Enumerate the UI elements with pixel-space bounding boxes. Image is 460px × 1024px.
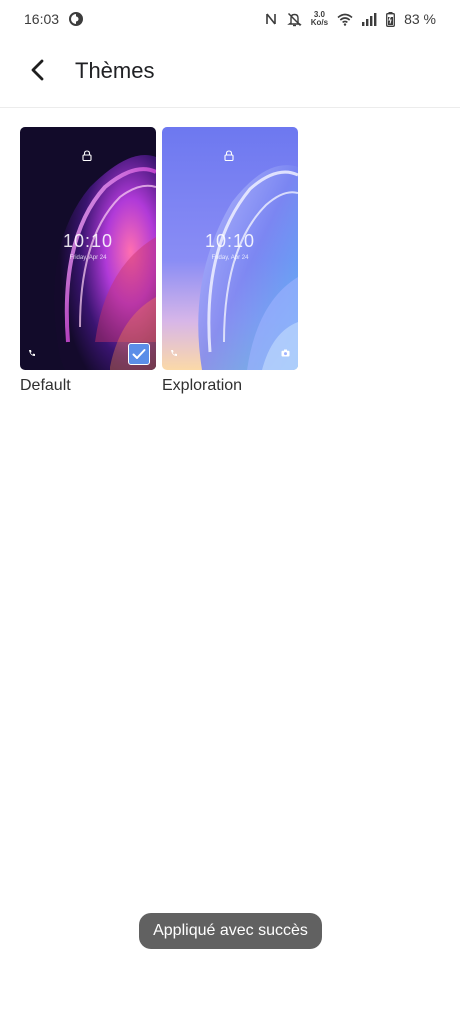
theme-thumbnail-default[interactable]: 10:10 Friday, Apr 24 <box>20 127 156 370</box>
theme-name-exploration: Exploration <box>162 377 243 394</box>
theme-card-exploration[interactable]: 10:10 Friday, Apr 24 Exploration <box>162 127 298 395</box>
mute-icon <box>286 12 302 27</box>
lockscreen-clock: 10:10 <box>62 231 114 251</box>
phone-icon <box>170 344 178 362</box>
back-button[interactable] <box>18 52 58 92</box>
lock-icon <box>224 148 234 166</box>
selected-check-icon <box>128 343 150 365</box>
lock-icon <box>82 148 92 166</box>
net-speed: 3.0 Ko/s <box>311 11 328 27</box>
back-arrow-icon <box>30 59 46 86</box>
lockscreen-clock: 10:10 <box>204 231 256 251</box>
wifi-icon <box>337 13 353 26</box>
success-toast: Appliqué avec succès <box>139 913 322 949</box>
status-time: 16:03 <box>24 11 60 27</box>
lockscreen-date: Friday, Apr 24 <box>211 255 249 261</box>
nfc-icon <box>264 12 278 26</box>
battery-percent: 83 % <box>404 11 436 27</box>
net-speed-unit: Ko/s <box>310 18 329 27</box>
theme-thumbnail-exploration[interactable]: 10:10 Friday, Apr 24 <box>162 127 298 370</box>
lockscreen-date: Friday, Apr 24 <box>69 255 107 261</box>
page-title: Thèmes <box>75 58 155 83</box>
phone-icon <box>28 344 36 362</box>
theme-name-default: Default <box>20 377 71 394</box>
theme-card-default[interactable]: 10:10 Friday, Apr 24 Default <box>20 127 156 395</box>
status-bar: 16:03 3.0 Ko/s 83 % <box>0 0 460 38</box>
camera-icon <box>281 344 290 362</box>
data-saver-icon <box>69 12 84 26</box>
battery-icon <box>386 11 396 27</box>
signal-icon <box>362 12 377 26</box>
app-bar: Thèmes <box>0 38 460 108</box>
